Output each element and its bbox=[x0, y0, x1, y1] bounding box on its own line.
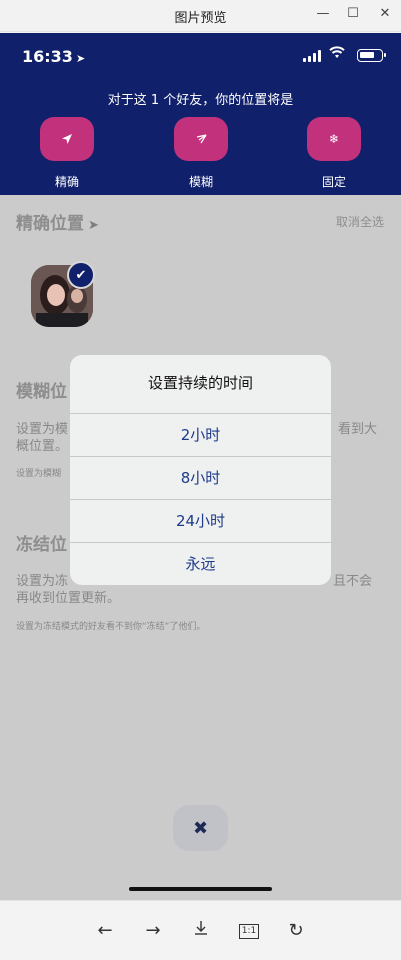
actual-size-label: 1:1 bbox=[238, 924, 260, 939]
cellular-signal-icon bbox=[303, 50, 321, 62]
mode-fuzzy-label: 模糊 bbox=[188, 175, 213, 189]
mode-fuzzy[interactable]: 模糊 bbox=[174, 117, 228, 190]
duration-option-forever[interactable]: 永远 bbox=[70, 542, 331, 585]
maximize-icon[interactable]: ☐ bbox=[342, 5, 364, 23]
duration-option-2h[interactable]: 2小时 bbox=[70, 413, 331, 456]
snowflake-icon[interactable]: ❄ bbox=[307, 117, 361, 161]
battery-icon bbox=[357, 49, 386, 62]
fuzzy-description-right: 看到大 bbox=[338, 422, 378, 437]
mode-precise[interactable]: 精确 bbox=[40, 117, 94, 190]
next-arrow-icon[interactable]: → bbox=[141, 919, 165, 943]
location-mode-header: 16:33 ➤ 对于这 1 个好友，你的位置将是 精确 模糊 ❄ 固定 bbox=[0, 33, 401, 195]
actual-size-icon[interactable]: 1:1 bbox=[237, 919, 261, 943]
close-icon: ✖ bbox=[192, 817, 209, 839]
navigation-arrow-icon[interactable] bbox=[40, 117, 94, 161]
duration-dialog: 设置持续的时间 2小时 8小时 24小时 永远 bbox=[70, 355, 331, 585]
previous-arrow-icon[interactable]: ← bbox=[93, 919, 117, 943]
fuzzy-note: 设置为模糊 bbox=[16, 469, 62, 479]
mode-precise-label: 精确 bbox=[54, 175, 79, 189]
freeze-description-line2: 再收到位置更新。 bbox=[16, 591, 121, 606]
mode-fixed[interactable]: ❄ 固定 bbox=[307, 117, 361, 190]
freeze-description: 设置为冻 bbox=[16, 574, 69, 589]
fuzzy-description: 设置为模 bbox=[16, 422, 69, 437]
phone-screenshot: 16:33 ➤ 对于这 1 个好友，你的位置将是 精确 模糊 ❄ 固定 精确位置… bbox=[0, 33, 401, 900]
freeze-section-title: 冻结位 bbox=[16, 535, 67, 555]
home-indicator bbox=[129, 887, 272, 891]
close-window-icon[interactable]: ✕ bbox=[374, 5, 396, 23]
wifi-icon bbox=[329, 46, 345, 63]
window-titlebar: 图片预览 — ☐ ✕ bbox=[0, 0, 401, 32]
freeze-note: 设置为冻结模式的好友看不到你“冻结”了他们。 bbox=[16, 622, 206, 632]
freeze-description-right: 且不会 bbox=[333, 574, 373, 589]
precise-title-text: 精确位置 bbox=[16, 214, 84, 234]
image-preview-window: 图片预览 — ☐ ✕ 16:33 ➤ 对于这 1 个好友，你的位置将是 精确 模… bbox=[0, 0, 401, 960]
location-services-icon: ➤ bbox=[75, 52, 86, 65]
mode-fixed-label: 固定 bbox=[321, 175, 346, 189]
fuzzy-arrow-icon[interactable] bbox=[174, 117, 228, 161]
selected-check-icon: ✔ bbox=[67, 261, 95, 289]
window-title: 图片预览 bbox=[174, 11, 227, 26]
location-prompt: 对于这 1 个好友，你的位置将是 bbox=[107, 93, 294, 108]
duration-option-24h[interactable]: 24小时 bbox=[70, 499, 331, 542]
download-icon[interactable] bbox=[189, 919, 213, 943]
fuzzy-section-title: 模糊位 bbox=[16, 382, 67, 402]
minimize-icon[interactable]: — bbox=[312, 5, 334, 23]
dialog-title: 设置持续的时间 bbox=[147, 374, 253, 392]
viewer-toolbar: ← → 1:1 ↻ bbox=[0, 900, 401, 960]
duration-option-8h[interactable]: 8小时 bbox=[70, 456, 331, 499]
close-button[interactable]: ✖ bbox=[173, 805, 228, 851]
status-time-text: 16:33 bbox=[22, 47, 73, 66]
status-time: 16:33 ➤ bbox=[22, 47, 85, 66]
rotate-icon[interactable]: ↻ bbox=[284, 919, 308, 943]
deselect-all-link[interactable]: 取消全选 bbox=[336, 213, 384, 230]
precise-section-title: 精确位置 ➤ bbox=[16, 209, 99, 234]
navigation-arrow-icon: ➤ bbox=[88, 218, 99, 233]
